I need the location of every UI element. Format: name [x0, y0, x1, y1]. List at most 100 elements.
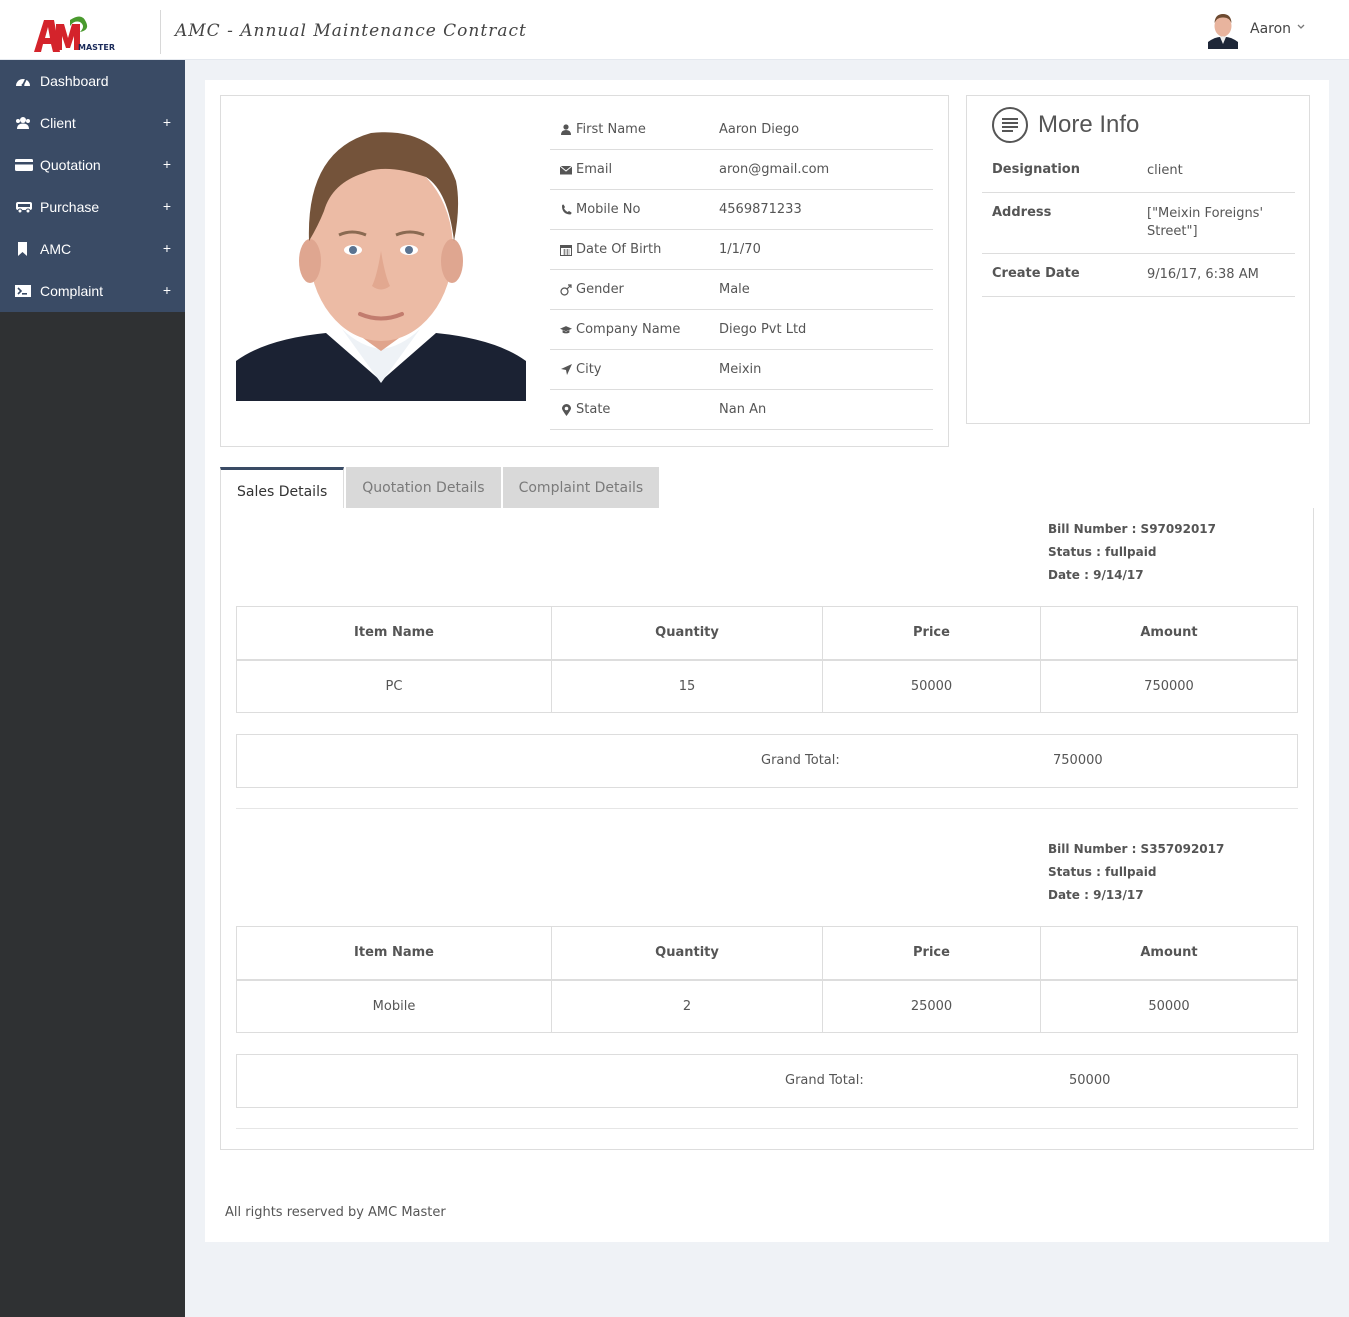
cell-price: 50000 [822, 659, 1041, 713]
field-value: 4569871233 [719, 202, 802, 217]
profile-card: First Name Aaron Diego Email aron@gmail.… [220, 95, 949, 447]
field-city: City Meixin [550, 350, 933, 390]
more-info-row-address: Address ["Meixin Foreigns' Street"] [982, 193, 1295, 254]
sales-bill: Bill Number : S357092017 Status : fullpa… [236, 838, 1298, 1138]
user-icon [560, 124, 572, 136]
sales-details-panel: Bill Number : S97092017 Status : fullpai… [220, 508, 1314, 1150]
field-label: Company Name [576, 322, 681, 337]
table-row: Mobile 2 25000 50000 [236, 979, 1298, 1033]
tab-complaint-details[interactable]: Complaint Details [502, 467, 660, 509]
bill-status: Status : fullpaid [1048, 545, 1157, 559]
sidebar-item-label: Client [40, 115, 76, 131]
main-content: First Name Aaron Diego Email aron@gmail.… [205, 80, 1329, 1242]
more-info-label: Designation [992, 162, 1080, 177]
more-info-row-create-date: Create Date 9/16/17, 6:38 AM [982, 254, 1295, 297]
field-value: Male [719, 282, 750, 297]
detail-tabs: Sales Details Quotation Details Complain… [220, 467, 660, 510]
align-left-icon [991, 106, 1029, 144]
column-header-amount: Amount [1040, 606, 1298, 661]
bill-date: Date : 9/14/17 [1048, 568, 1144, 582]
sidebar-item-complaint[interactable]: Complaint + [0, 270, 185, 312]
expand-plus-icon[interactable]: + [163, 282, 171, 298]
field-label: First Name [576, 122, 646, 137]
field-label: State [576, 402, 611, 417]
tab-quotation-details[interactable]: Quotation Details [346, 467, 501, 509]
sales-bill: Bill Number : S97092017 Status : fullpai… [236, 518, 1298, 818]
column-header-amount: Amount [1040, 926, 1298, 981]
column-header-quantity: Quantity [551, 926, 823, 981]
column-header-item-name: Item Name [236, 606, 552, 661]
profile-fields: First Name Aaron Diego Email aron@gmail.… [550, 110, 933, 430]
credit-card-icon [15, 158, 33, 172]
field-label: Email [576, 162, 613, 177]
expand-plus-icon[interactable]: + [163, 240, 171, 256]
sidebar-item-label: Complaint [40, 283, 104, 299]
more-info-value: ["Meixin Foreigns' Street"] [1147, 206, 1264, 239]
more-info-row-designation: Designation client [982, 150, 1295, 193]
more-info-label: Address [992, 205, 1052, 220]
table-header-row: Item Name Quantity Price Amount [236, 926, 1298, 981]
expand-plus-icon[interactable]: + [163, 114, 171, 130]
sales-items-table: Item Name Quantity Price Amount PC 15 50… [236, 606, 1298, 713]
user-name[interactable]: Aaron [1250, 21, 1291, 37]
sidebar-item-label: Dashboard [40, 73, 109, 89]
grand-total-label: Grand Total: [761, 753, 840, 768]
field-email: Email aron@gmail.com [550, 150, 933, 190]
column-header-price: Price [822, 926, 1041, 981]
field-label: City [576, 362, 602, 377]
grand-total-value: 50000 [1069, 1073, 1111, 1088]
phone-icon [560, 204, 572, 216]
cell-quantity: 15 [551, 659, 823, 713]
more-info-label: Create Date [992, 266, 1080, 281]
app-title: AMC - Annual Maintenance Contract [175, 21, 527, 41]
footer-copyright: All rights reserved by AMC Master [225, 1205, 446, 1220]
sidebar-item-dashboard[interactable]: Dashboard [0, 60, 185, 102]
more-info-rows: Designation client Address ["Meixin Fore… [982, 150, 1295, 297]
expand-plus-icon[interactable]: + [163, 198, 171, 214]
calendar-icon [560, 244, 572, 256]
field-mobile-no: Mobile No 4569871233 [550, 190, 933, 230]
expand-plus-icon[interactable]: + [163, 156, 171, 172]
bill-number: Bill Number : S97092017 [1048, 522, 1216, 536]
field-state: State Nan An [550, 390, 933, 430]
sidebar-item-quotation[interactable]: Quotation + [0, 144, 185, 186]
more-info-title: More Info [1038, 111, 1140, 138]
envelope-icon [560, 164, 572, 176]
grand-total-box: Grand Total: 50000 [236, 1054, 1298, 1108]
more-info-card: More Info Designation client Address ["M… [966, 95, 1310, 424]
amc-master-logo[interactable]: MASTER [30, 14, 120, 56]
table-header-row: Item Name Quantity Price Amount [236, 606, 1298, 661]
terminal-icon [15, 284, 31, 298]
field-value: Diego Pvt Ltd [719, 322, 807, 337]
profile-photo [236, 111, 526, 401]
sidebar-menu: Dashboard Client + Quotation + Purchase … [0, 60, 185, 312]
chevron-down-icon[interactable] [1296, 22, 1306, 35]
field-label: Date Of Birth [576, 242, 662, 257]
bill-meta: Bill Number : S357092017 Status : fullpa… [1048, 838, 1224, 907]
field-value: Aaron Diego [719, 122, 800, 137]
graduation-cap-icon [560, 324, 572, 336]
location-arrow-icon [560, 364, 572, 376]
column-header-price: Price [822, 606, 1041, 661]
more-info-value: client [1147, 163, 1183, 178]
field-label: Mobile No [576, 202, 641, 217]
field-gender: Gender Male [550, 270, 933, 310]
sidebar-item-purchase[interactable]: Purchase + [0, 186, 185, 228]
field-first-name: First Name Aaron Diego [550, 110, 933, 150]
sidebar-item-client[interactable]: Client + [0, 102, 185, 144]
bill-date: Date : 9/13/17 [1048, 888, 1144, 902]
bill-meta: Bill Number : S97092017 Status : fullpai… [1048, 518, 1216, 587]
cell-quantity: 2 [551, 979, 823, 1033]
field-value: 1/1/70 [719, 242, 761, 257]
map-marker-icon [560, 403, 572, 416]
column-header-quantity: Quantity [551, 606, 823, 661]
sidebar-item-label: Purchase [40, 199, 100, 215]
mars-icon [560, 283, 572, 296]
field-value: aron@gmail.com [719, 162, 830, 177]
user-avatar[interactable] [1208, 11, 1238, 49]
tab-sales-details[interactable]: Sales Details [220, 467, 345, 510]
header-divider [160, 10, 161, 54]
field-value: Nan An [719, 402, 767, 417]
sidebar-item-amc[interactable]: AMC + [0, 228, 185, 270]
column-header-item-name: Item Name [236, 926, 552, 981]
